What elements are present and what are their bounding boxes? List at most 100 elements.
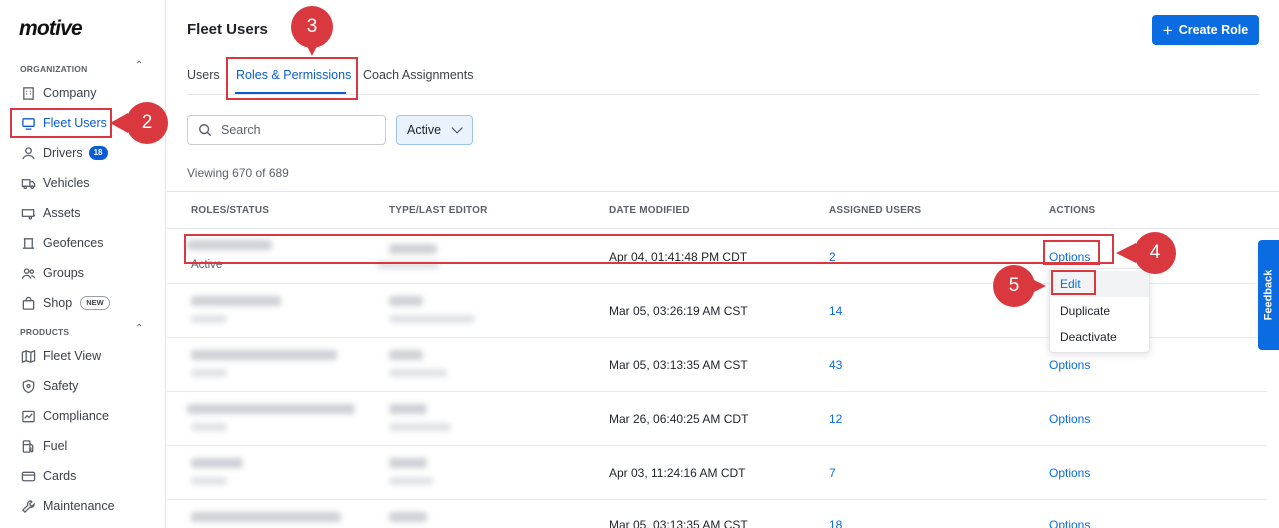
tab-bar: Users Roles & Permissions Coach Assignme…: [187, 60, 1259, 95]
feedback-label: Feedback: [1262, 269, 1275, 321]
column-header-roles-status: ROLES/STATUS: [191, 205, 270, 216]
redacted-status: [191, 315, 227, 323]
table-row[interactable]: Apr 03, 11:24:16 AM CDT 7 Options: [167, 446, 1267, 500]
sidebar-item-fleet-users[interactable]: Fleet Users: [20, 112, 107, 134]
options-link[interactable]: Options: [1049, 358, 1090, 372]
feedback-tab[interactable]: Feedback: [1258, 240, 1279, 350]
column-header-actions: ACTIONS: [1049, 205, 1096, 216]
redacted-role-name: [191, 350, 337, 360]
marker-pointer: [1116, 243, 1136, 263]
options-menu: Edit Duplicate Deactivate: [1049, 268, 1150, 353]
column-header-assigned-users: ASSIGNED USERS: [829, 205, 922, 216]
sidebar-item-safety[interactable]: Safety: [20, 375, 78, 397]
redacted-type: [389, 296, 423, 306]
sidebar-item-vehicles[interactable]: Vehicles: [20, 172, 90, 194]
sidebar-item-label: Cards: [43, 469, 77, 483]
motive-logo: motive: [19, 17, 83, 40]
new-badge: NEW: [80, 296, 110, 310]
create-role-button[interactable]: + Create Role: [1152, 15, 1259, 45]
menu-item-deactivate[interactable]: Deactivate: [1050, 324, 1149, 350]
redacted-editor: [389, 477, 433, 485]
options-link[interactable]: Options: [1049, 518, 1090, 528]
redacted-type: [389, 512, 427, 522]
viewing-count: Viewing 670 of 689: [187, 166, 289, 180]
page-title: Fleet Users: [187, 21, 268, 38]
sidebar-item-assets[interactable]: Assets: [20, 202, 81, 224]
assigned-users-link[interactable]: 14: [829, 304, 842, 318]
chevron-down-icon: [451, 122, 463, 134]
redacted-type: [389, 404, 427, 414]
sidebar-item-label: Assets: [43, 206, 81, 220]
map-icon: [20, 348, 36, 364]
redacted-role-name: [187, 240, 272, 250]
assigned-users-link[interactable]: 43: [829, 358, 842, 372]
date-modified: Apr 04, 01:41:48 PM CDT: [609, 250, 748, 264]
redacted-role-name: [191, 512, 341, 522]
sidebar-item-groups[interactable]: Groups: [20, 262, 84, 284]
options-link[interactable]: Options: [1049, 466, 1090, 480]
shield-icon: [20, 378, 36, 394]
sidebar-item-shop[interactable]: Shop NEW: [20, 292, 110, 314]
assigned-users-link[interactable]: 7: [829, 466, 836, 480]
assigned-users-link[interactable]: 18: [829, 518, 842, 528]
create-role-label: Create Role: [1178, 23, 1249, 37]
sidebar-item-maintenance[interactable]: Maintenance: [20, 495, 115, 517]
sidebar-item-company[interactable]: Company: [20, 82, 97, 104]
menu-item-edit[interactable]: Edit: [1050, 271, 1149, 297]
building-icon: [20, 85, 36, 101]
sidebar-item-label: Compliance: [43, 409, 110, 423]
sidebar-item-geofences[interactable]: Geofences: [20, 232, 103, 254]
redacted-role-name: [187, 404, 355, 414]
assigned-users-link[interactable]: 12: [829, 412, 842, 426]
step-marker-3: 3: [291, 6, 333, 48]
sidebar-item-fleet-view[interactable]: Fleet View: [20, 345, 101, 367]
role-status: Active: [191, 259, 223, 271]
sidebar-item-fuel[interactable]: Fuel: [20, 435, 67, 457]
sidebar-item-label: Drivers: [43, 146, 83, 160]
redacted-status: [191, 423, 227, 431]
chevron-up-icon[interactable]: ⌃: [135, 323, 143, 334]
sidebar-item-label: Company: [43, 86, 97, 100]
sidebar-item-compliance[interactable]: Compliance: [20, 405, 109, 427]
drivers-count-badge: 18: [88, 146, 108, 160]
chevron-up-icon[interactable]: ⌃: [135, 60, 143, 71]
tab-coach-assignments[interactable]: Coach Assignments: [363, 68, 473, 82]
sidebar-item-drivers[interactable]: Drivers 18: [20, 142, 108, 164]
date-modified: Mar 05, 03:26:19 AM CST: [609, 304, 748, 318]
sidebar-item-label: Geofences: [43, 236, 104, 250]
card-icon: [20, 468, 36, 484]
tab-users[interactable]: Users: [187, 68, 220, 82]
truck-icon: [20, 175, 36, 191]
redacted-editor: [377, 261, 439, 269]
sidebar-item-label: Vehicles: [43, 176, 90, 190]
date-modified: Apr 03, 11:24:16 AM CDT: [609, 466, 746, 480]
options-link[interactable]: Options: [1049, 412, 1090, 426]
sidebar: motive ORGANIZATION ⌃ Company Fleet User…: [0, 0, 166, 528]
tab-roles-permissions[interactable]: Roles & Permissions: [236, 68, 351, 82]
redacted-status: [191, 369, 227, 377]
organization-section-label: ORGANIZATION: [20, 64, 88, 74]
sidebar-item-cards[interactable]: Cards: [20, 465, 76, 487]
trailer-icon: [20, 205, 36, 221]
sidebar-item-label: Safety: [43, 379, 79, 393]
sidebar-item-label: Shop: [43, 296, 73, 310]
sidebar-item-label: Fleet View: [43, 349, 102, 363]
date-modified: Mar 26, 06:40:25 AM CDT: [609, 412, 749, 426]
table-row[interactable]: Mar 05, 03:13:35 AM CST 18 Options: [167, 500, 1267, 528]
step-marker-4: 4: [1134, 232, 1176, 274]
search-box[interactable]: [187, 115, 386, 145]
geofence-icon: [20, 235, 36, 251]
status-filter-dropdown[interactable]: Active: [396, 115, 473, 145]
options-link[interactable]: Options: [1049, 250, 1090, 264]
date-modified: Mar 05, 03:13:35 AM CST: [609, 358, 748, 372]
menu-item-duplicate[interactable]: Duplicate: [1050, 298, 1149, 324]
search-icon: [199, 124, 212, 137]
redacted-role-name: [191, 458, 243, 468]
table-row[interactable]: Mar 26, 06:40:25 AM CDT 12 Options: [167, 392, 1267, 446]
assigned-users-link[interactable]: 2: [829, 250, 836, 264]
search-input[interactable]: [221, 123, 371, 137]
fuel-icon: [20, 438, 36, 454]
compliance-icon: [20, 408, 36, 424]
wrench-icon: [20, 498, 36, 514]
redacted-type: [389, 244, 437, 254]
